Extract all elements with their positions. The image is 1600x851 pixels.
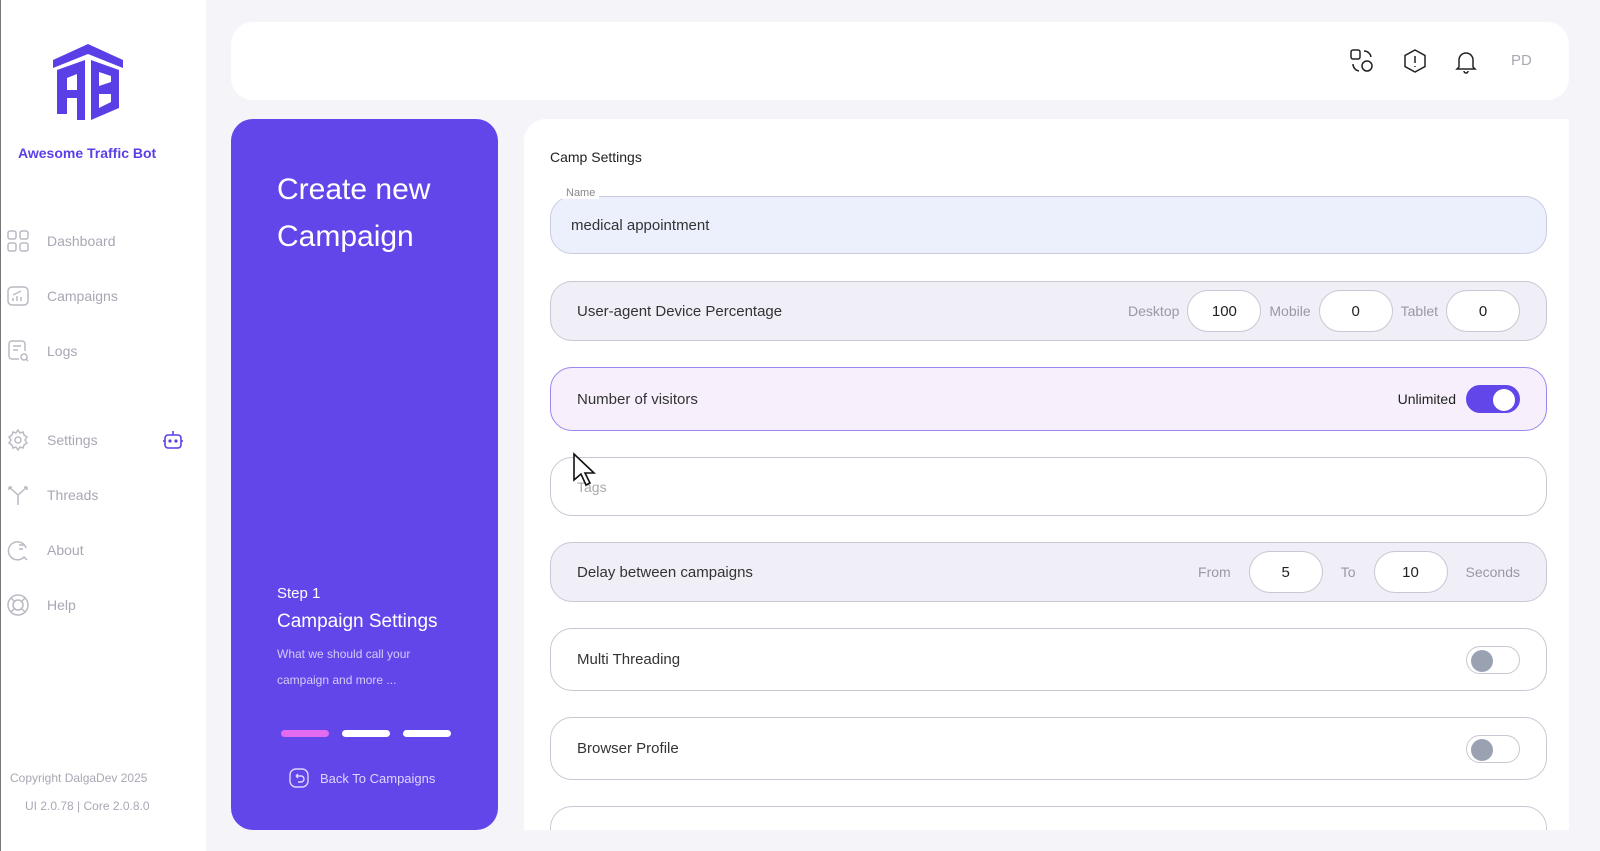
grid-icon — [7, 230, 29, 252]
seconds-label: Seconds — [1465, 564, 1520, 580]
nav-logs[interactable]: Logs — [7, 340, 77, 362]
tags-input[interactable]: Tags — [550, 457, 1547, 516]
device-percentage-row: User-agent Device Percentage Desktop 100… — [550, 281, 1547, 341]
copyright: Copyright DalgaDev 2025 — [10, 771, 148, 785]
back-icon — [289, 768, 309, 788]
nav-label: Settings — [47, 432, 98, 448]
gear-icon — [7, 429, 29, 451]
sidebar: Awesome Traffic Bot Dashboard Campaigns … — [1, 0, 206, 851]
nav-help[interactable]: Help — [7, 594, 76, 616]
delay-label: Delay between campaigns — [577, 563, 753, 581]
panel-title: Create new Campaign — [277, 173, 431, 253]
top-header: PD — [231, 22, 1569, 100]
tablet-label: Tablet — [1400, 303, 1438, 319]
tags-placeholder: Tags — [577, 478, 607, 495]
multi-threading-label: Multi Threading — [577, 651, 681, 668]
nav-about[interactable]: About — [7, 539, 84, 561]
nav-label: Logs — [47, 343, 78, 359]
nav-label: About — [47, 542, 84, 558]
browser-profile-label: Browser Profile — [577, 740, 679, 757]
delay-to-input[interactable]: 10 — [1373, 551, 1448, 593]
step-title: Campaign Settings — [277, 611, 438, 632]
alert-hexagon-icon[interactable] — [1402, 48, 1428, 74]
unlimited-label: Unlimited — [1397, 391, 1456, 407]
wizard-panel: Create new Campaign Step 1 Campaign Sett… — [231, 119, 498, 830]
step-dot-1 — [281, 730, 329, 737]
camp-settings-card: Camp Settings medical appointment Name U… — [524, 119, 1569, 830]
name-value: medical appointment — [571, 216, 710, 234]
desktop-label: Desktop — [1128, 303, 1180, 319]
fork-icon — [8, 486, 28, 505]
chart-icon — [7, 286, 29, 306]
nav-label: Help — [47, 597, 76, 613]
nav-label: Campaigns — [47, 288, 118, 304]
back-to-campaigns-button[interactable]: Back To Campaigns — [289, 768, 435, 788]
log-search-icon — [8, 340, 29, 362]
bell-icon[interactable] — [1453, 48, 1479, 74]
delay-row: Delay between campaigns From 5 To 10 Sec… — [550, 542, 1547, 602]
multi-threading-toggle[interactable] — [1466, 645, 1520, 674]
step-number: Step 1 — [277, 585, 321, 602]
version: UI 2.0.78 | Core 2.0.8.0 — [25, 799, 150, 813]
device-label: User-agent Device Percentage — [577, 302, 783, 320]
nav-settings[interactable]: Settings — [7, 429, 98, 451]
mouse-cursor-icon — [573, 452, 597, 487]
browser-profile-toggle[interactable] — [1466, 734, 1520, 763]
nav-campaigns[interactable]: Campaigns — [7, 285, 118, 307]
step-dot-3 — [403, 730, 451, 737]
step-dot-2 — [342, 730, 390, 737]
name-label: Name — [562, 187, 600, 199]
nav-label: Threads — [47, 487, 99, 503]
atb-logo — [53, 44, 123, 120]
step-indicator — [281, 730, 451, 737]
visitors-row: Number of visitors Unlimited — [550, 367, 1547, 431]
to-label: To — [1340, 564, 1356, 580]
next-setting-row — [550, 806, 1547, 830]
step-description: What we should call your campaign and mo… — [277, 647, 411, 687]
mobile-label: Mobile — [1269, 303, 1311, 319]
unlimited-toggle[interactable] — [1466, 385, 1520, 413]
lifebuoy-icon — [7, 594, 29, 616]
nav-threads[interactable]: Threads — [7, 484, 98, 506]
mobile-input[interactable]: 0 — [1318, 290, 1393, 332]
brand-name: Awesome Traffic Bot — [18, 145, 157, 161]
nav-label: Dashboard — [47, 233, 116, 249]
translate-icon[interactable] — [1349, 48, 1375, 74]
visitors-label: Number of visitors — [577, 390, 698, 408]
browser-profile-row: Browser Profile — [550, 717, 1547, 780]
tablet-input[interactable]: 0 — [1446, 290, 1520, 332]
from-label: From — [1198, 564, 1231, 580]
nav-dashboard[interactable]: Dashboard — [7, 230, 116, 252]
delay-from-input[interactable]: 5 — [1248, 551, 1323, 593]
user-avatar[interactable]: PD — [1511, 52, 1532, 69]
bot-icon[interactable] — [162, 430, 184, 450]
about-icon — [7, 541, 28, 561]
desktop-input[interactable]: 100 — [1187, 290, 1262, 332]
back-label: Back To Campaigns — [320, 770, 436, 786]
multi-threading-row: Multi Threading — [550, 628, 1547, 691]
section-title: Camp Settings — [550, 149, 642, 165]
name-input[interactable]: medical appointment — [550, 196, 1547, 254]
